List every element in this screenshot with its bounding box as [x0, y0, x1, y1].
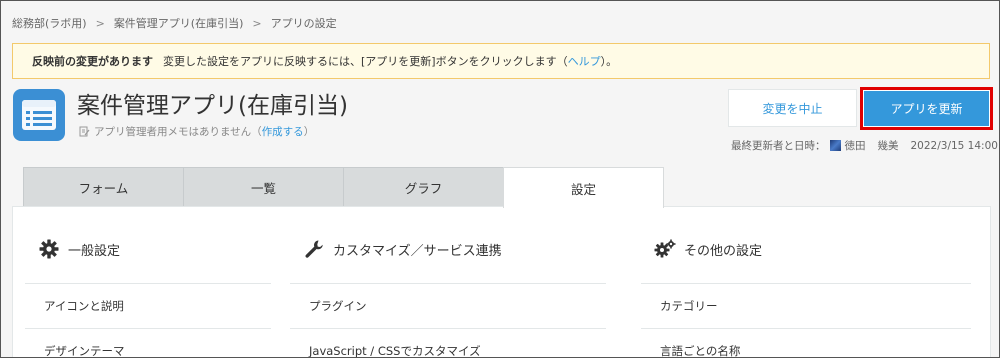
other-settings-column: その他の設定 カテゴリー 言語ごとの名称	[641, 237, 971, 357]
app-settings-page: 総務部(ラボ用) > 案件管理アプリ(在庫引当) > アプリの設定 反映前の変更…	[0, 0, 1000, 358]
cancel-changes-button[interactable]: 変更を中止	[728, 89, 857, 127]
general-settings-title: 一般設定	[68, 243, 121, 259]
list-item-localized-names[interactable]: 言語ごとの名称	[641, 329, 971, 357]
settings-tabs: フォーム 一覧 グラフ 設定	[23, 167, 664, 208]
gear-icon	[38, 239, 60, 259]
breadcrumb-item-app[interactable]: 案件管理アプリ(在庫引当)	[114, 15, 244, 31]
list-item-categories[interactable]: カテゴリー	[641, 284, 971, 329]
tab-form[interactable]: フォーム	[23, 167, 184, 207]
customize-title: カスタマイズ／サービス連携	[333, 243, 502, 259]
list-item-design-theme[interactable]: デザインテーマ	[25, 329, 271, 357]
list-icon	[13, 89, 65, 141]
notice-text-end: ）。	[600, 55, 618, 68]
tab-graph[interactable]: グラフ	[343, 167, 504, 207]
unpublished-changes-notice: 反映前の変更があります 変更した設定をアプリに反映するには、[アプリを更新]ボタ…	[12, 43, 990, 79]
gears-icon	[654, 239, 676, 259]
list-item-plugins[interactable]: プラグイン	[290, 284, 606, 329]
last-updated-info: 最終更新者と日時： 徳田 幾美 2022/3/15 14:00	[731, 138, 998, 153]
list-item-js-css-customize[interactable]: JavaScript / CSSでカスタマイズ	[290, 329, 606, 357]
app-title: 案件管理アプリ(在庫引当)	[77, 93, 348, 119]
memo-text-end: ）	[303, 126, 315, 138]
wrench-icon	[303, 239, 325, 259]
notice-text: 変更した設定をアプリに反映するには、[アプリを更新]ボタンをクリックします（	[163, 55, 568, 68]
last-updated-label: 最終更新者と日時：	[731, 140, 826, 152]
notice-title: 反映前の変更があります	[32, 55, 153, 68]
avatar	[829, 140, 841, 151]
customize-column: カスタマイズ／サービス連携 プラグイン JavaScript / CSSでカスタ…	[290, 237, 606, 357]
create-memo-link[interactable]: 作成する	[262, 124, 304, 139]
last-updated-user-last: 幾美	[877, 140, 899, 152]
breadcrumb-separator: >	[95, 16, 105, 30]
list-item-icon-description[interactable]: アイコンと説明	[25, 284, 271, 329]
tab-list[interactable]: 一覧	[183, 167, 344, 207]
memo-text: アプリ管理者用メモはありません（	[94, 126, 262, 138]
other-settings-heading: その他の設定	[641, 237, 971, 261]
breadcrumb-separator: >	[252, 16, 262, 30]
customize-heading: カスタマイズ／サービス連携	[290, 237, 606, 261]
settings-panel: 一般設定 アイコンと説明 デザインテーマ カスタマイズ／サービス連携 プラグイン…	[12, 206, 991, 357]
breadcrumb-item-department[interactable]: 総務部(ラボ用)	[12, 15, 87, 31]
other-settings-title: その他の設定	[684, 243, 763, 259]
general-settings-column: 一般設定 アイコンと説明 デザインテーマ	[25, 237, 271, 357]
update-app-button[interactable]: アプリを更新	[864, 91, 989, 126]
update-button-highlight: アプリを更新	[860, 87, 993, 130]
breadcrumb: 総務部(ラボ用) > 案件管理アプリ(在庫引当) > アプリの設定	[12, 15, 337, 31]
breadcrumb-item-current: アプリの設定	[270, 17, 337, 30]
general-settings-heading: 一般設定	[25, 237, 271, 261]
app-memo: アプリ管理者用メモはありません（ 作成する ）	[79, 124, 314, 139]
tab-settings[interactable]: 設定	[503, 167, 664, 208]
help-link[interactable]: ヘルプ	[568, 53, 601, 69]
last-updated-user-first: 徳田	[844, 140, 866, 152]
last-updated-datetime: 2022/3/15 14:00	[910, 139, 998, 152]
memo-edit-icon	[79, 126, 90, 137]
